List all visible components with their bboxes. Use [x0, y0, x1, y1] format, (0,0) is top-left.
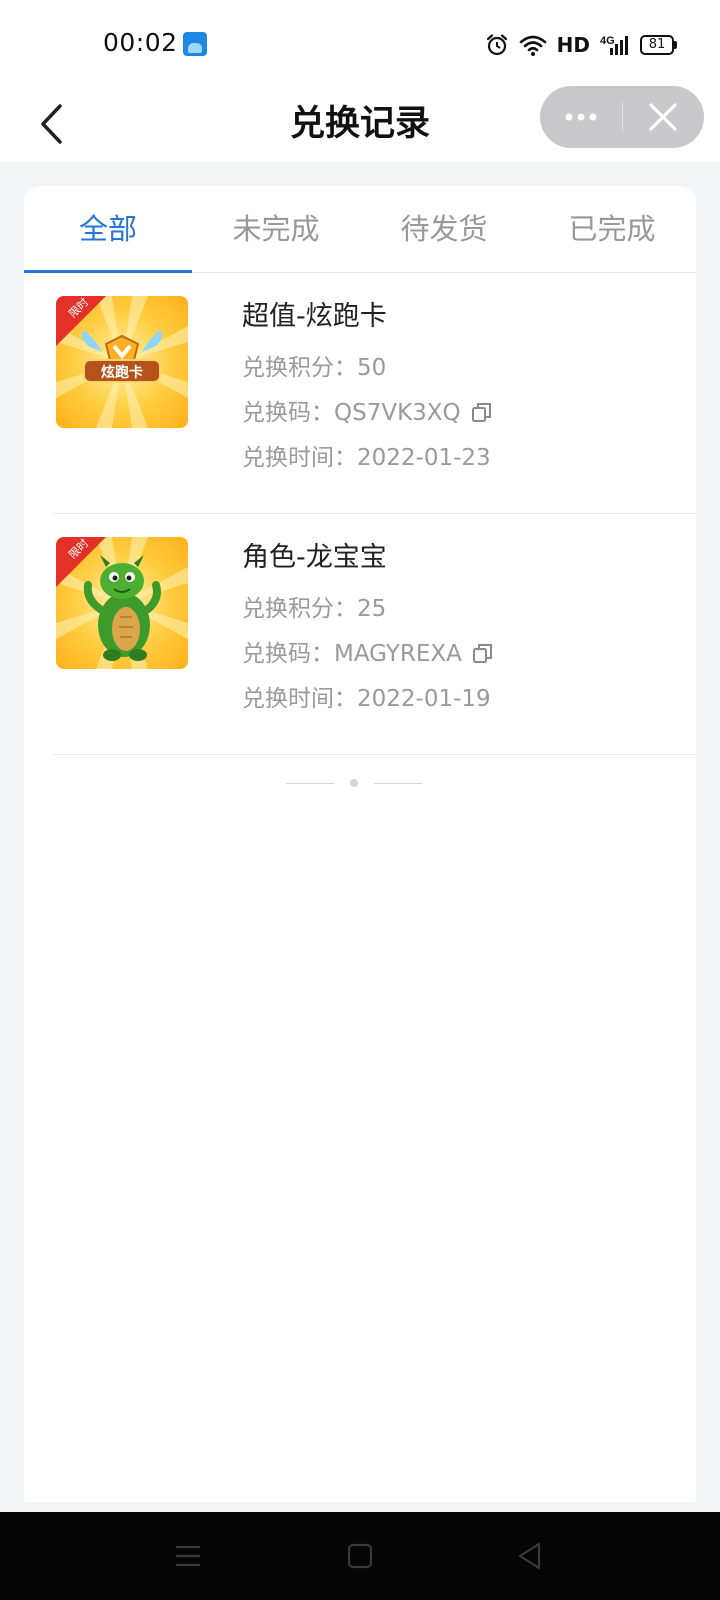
menu-button[interactable] — [172, 1540, 204, 1572]
more-dots-icon — [565, 113, 597, 121]
status-icons: HD 4G 81 — [485, 28, 677, 62]
menu-icon — [176, 1545, 200, 1567]
close-button[interactable] — [623, 86, 705, 148]
more-button[interactable] — [540, 86, 622, 148]
status-bar: 00:02 HD 4G 81 — [0, 0, 720, 86]
divider-line — [374, 782, 422, 784]
item-thumbnail: 炫跑卡 限时 — [56, 296, 188, 428]
nav-bar: 兑换记录 — [0, 86, 720, 162]
signal-icon: 4G — [600, 35, 628, 55]
alarm-icon — [486, 34, 507, 56]
tab-pending-shipment[interactable]: 待发货 — [360, 186, 528, 272]
back-nav-button[interactable] — [514, 1540, 546, 1572]
list-item[interactable]: 限时 角色-龙宝宝 兑换积分：25 兑换码：MAGYREXA 兑换时间：2022… — [54, 513, 696, 755]
tab-incomplete[interactable]: 未完成 — [192, 186, 360, 272]
divider-line — [286, 782, 334, 784]
close-icon — [649, 103, 677, 131]
exchange-time: 兑换时间：2022-01-23 — [242, 445, 491, 471]
mini-program-capsule — [540, 86, 704, 148]
end-of-list-divider — [286, 778, 422, 788]
exchange-code: 兑换码：MAGYREXA — [242, 641, 462, 667]
app-notification-icon — [183, 32, 207, 56]
system-nav-bar — [0, 1512, 720, 1600]
record-info: 超值-炫跑卡 兑换积分：50 兑换码：QS7VK3XQ 兑换时间：2022-01… — [242, 294, 493, 481]
home-button[interactable] — [344, 1540, 376, 1572]
home-square-icon — [347, 1543, 373, 1569]
copy-icon[interactable] — [472, 642, 494, 664]
battery-indicator: 81 — [640, 35, 677, 55]
hd-indicator: HD — [556, 33, 590, 57]
status-time: 00:02 — [103, 28, 178, 57]
records-card: 全部 未完成 待发货 已完成 炫跑卡 限时 超值-炫跑卡 兑换积分：50 兑换码… — [24, 186, 696, 1502]
item-name: 超值-炫跑卡 — [242, 301, 387, 332]
item-name: 角色-龙宝宝 — [242, 542, 387, 573]
tab-all[interactable]: 全部 — [24, 186, 192, 273]
exchange-code-row: 兑换码：MAGYREXA — [242, 632, 494, 677]
svg-text:4G: 4G — [600, 35, 615, 47]
exchange-points: 兑换积分：50 — [242, 355, 387, 381]
svg-text:炫跑卡: 炫跑卡 — [101, 364, 143, 381]
back-triangle-icon — [518, 1542, 541, 1570]
divider-dot — [350, 779, 358, 787]
exchange-time: 兑换时间：2022-01-19 — [242, 686, 491, 712]
item-thumbnail: 限时 — [56, 537, 188, 669]
status-tabs: 全部 未完成 待发货 已完成 — [24, 186, 696, 273]
wifi-icon — [519, 35, 546, 56]
tab-completed[interactable]: 已完成 — [528, 186, 696, 272]
record-info: 角色-龙宝宝 兑换积分：25 兑换码：MAGYREXA 兑换时间：2022-01… — [242, 535, 494, 722]
copy-icon[interactable] — [471, 401, 493, 423]
list-item[interactable]: 炫跑卡 限时 超值-炫跑卡 兑换积分：50 兑换码：QS7VK3XQ 兑换时间：… — [54, 272, 696, 514]
exchange-points: 兑换积分：25 — [242, 596, 387, 622]
exchange-code-row: 兑换码：QS7VK3XQ — [242, 391, 493, 436]
exchange-code: 兑换码：QS7VK3XQ — [242, 400, 461, 426]
